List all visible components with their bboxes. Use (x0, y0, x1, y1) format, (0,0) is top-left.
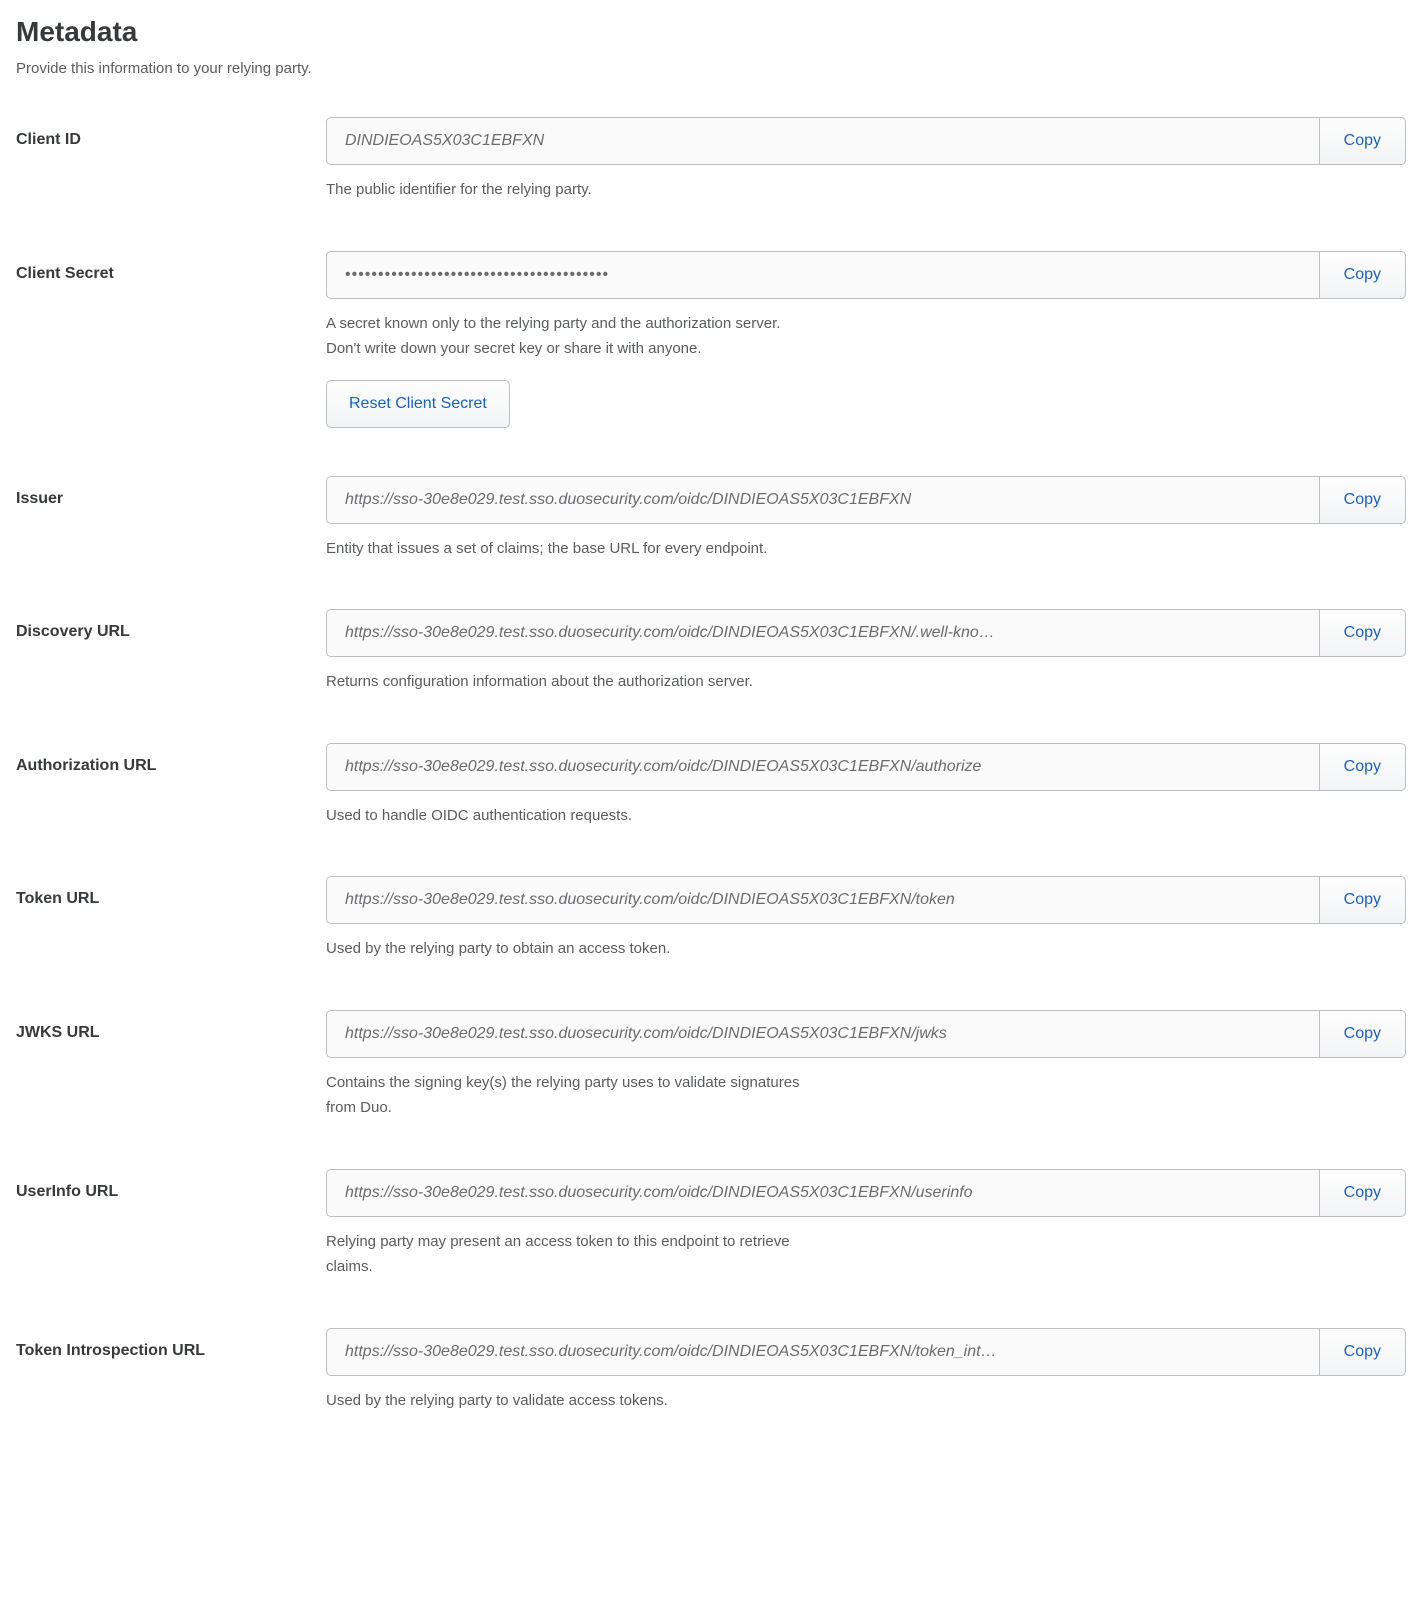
client-id-input[interactable] (326, 117, 1319, 165)
field-client-id: Client ID Copy The public identifier for… (16, 117, 1410, 203)
jwks-url-help-line1: Contains the signing key(s) the relying … (326, 1070, 1406, 1096)
authorization-url-label: Authorization URL (16, 743, 326, 775)
client-secret-help: A secret known only to the relying party… (326, 311, 1406, 362)
userinfo-url-copy-button[interactable]: Copy (1319, 1169, 1406, 1217)
issuer-label: Issuer (16, 476, 326, 508)
field-authorization-url: Authorization URL Copy Used to handle OI… (16, 743, 1410, 829)
reset-client-secret-button[interactable]: Reset Client Secret (326, 380, 510, 428)
discovery-url-help: Returns configuration information about … (326, 669, 1406, 695)
field-userinfo-url: UserInfo URL Copy Relying party may pres… (16, 1169, 1410, 1280)
userinfo-url-help: Relying party may present an access toke… (326, 1229, 1406, 1280)
issuer-copy-button[interactable]: Copy (1319, 476, 1406, 524)
token-introspection-url-label: Token Introspection URL (16, 1328, 326, 1360)
issuer-input[interactable] (326, 476, 1319, 524)
client-secret-help-line1: A secret known only to the relying party… (326, 311, 1406, 337)
token-url-label: Token URL (16, 876, 326, 908)
discovery-url-copy-button[interactable]: Copy (1319, 609, 1406, 657)
token-introspection-url-help: Used by the relying party to validate ac… (326, 1388, 1406, 1414)
jwks-url-input[interactable] (326, 1010, 1319, 1058)
client-secret-help-line2: Don't write down your secret key or shar… (326, 336, 1406, 362)
authorization-url-help: Used to handle OIDC authentication reque… (326, 803, 1406, 829)
userinfo-url-label: UserInfo URL (16, 1169, 326, 1201)
field-client-secret: Client Secret Copy A secret known only t… (16, 251, 1410, 428)
field-token-introspection-url: Token Introspection URL Copy Used by the… (16, 1328, 1410, 1414)
client-id-copy-button[interactable]: Copy (1319, 117, 1406, 165)
token-url-copy-button[interactable]: Copy (1319, 876, 1406, 924)
client-secret-copy-button[interactable]: Copy (1319, 251, 1406, 299)
token-introspection-url-copy-button[interactable]: Copy (1319, 1328, 1406, 1376)
authorization-url-copy-button[interactable]: Copy (1319, 743, 1406, 791)
client-secret-label: Client Secret (16, 251, 326, 283)
userinfo-url-help-line1: Relying party may present an access toke… (326, 1229, 1406, 1255)
section-description: Provide this information to your relying… (16, 60, 1410, 77)
discovery-url-label: Discovery URL (16, 609, 326, 641)
token-url-help: Used by the relying party to obtain an a… (326, 936, 1406, 962)
client-secret-input[interactable] (326, 251, 1319, 299)
token-introspection-url-input[interactable] (326, 1328, 1319, 1376)
field-jwks-url: JWKS URL Copy Contains the signing key(s… (16, 1010, 1410, 1121)
jwks-url-help-line2: from Duo. (326, 1095, 1406, 1121)
jwks-url-help: Contains the signing key(s) the relying … (326, 1070, 1406, 1121)
client-id-help: The public identifier for the relying pa… (326, 177, 1406, 203)
token-url-input[interactable] (326, 876, 1319, 924)
jwks-url-label: JWKS URL (16, 1010, 326, 1042)
field-issuer: Issuer Copy Entity that issues a set of … (16, 476, 1410, 562)
client-id-label: Client ID (16, 117, 326, 149)
field-token-url: Token URL Copy Used by the relying party… (16, 876, 1410, 962)
section-title: Metadata (16, 16, 1410, 48)
userinfo-url-help-line2: claims. (326, 1254, 1406, 1280)
userinfo-url-input[interactable] (326, 1169, 1319, 1217)
jwks-url-copy-button[interactable]: Copy (1319, 1010, 1406, 1058)
authorization-url-input[interactable] (326, 743, 1319, 791)
issuer-help: Entity that issues a set of claims; the … (326, 536, 1406, 562)
discovery-url-input[interactable] (326, 609, 1319, 657)
field-discovery-url: Discovery URL Copy Returns configuration… (16, 609, 1410, 695)
